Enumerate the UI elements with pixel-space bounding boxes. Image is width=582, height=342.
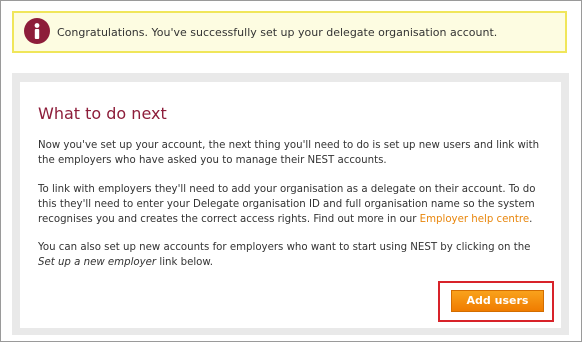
set-up-new-employer-reference: Set up a new employer <box>38 257 157 268</box>
link-employers-paragraph: To link with employers they'll need to a… <box>38 182 548 227</box>
new-employer-text: You can also set up new accounts for emp… <box>38 242 531 253</box>
success-notice: Congratulations. You've successfully set… <box>12 11 567 53</box>
info-icon <box>24 18 50 44</box>
screenshot-frame: Congratulations. You've successfully set… <box>0 0 582 342</box>
new-employer-paragraph: You can also set up new accounts for emp… <box>38 240 548 270</box>
panel-heading: What to do next <box>38 104 167 123</box>
add-users-button[interactable]: Add users <box>451 290 544 312</box>
success-message: Congratulations. You've successfully set… <box>57 26 498 39</box>
new-employer-text-end: link below. <box>156 257 214 268</box>
intro-paragraph: Now you've set up your account, the next… <box>38 140 540 166</box>
link-employers-text-end: . <box>529 214 533 225</box>
employer-help-centre-link[interactable]: Employer help centre <box>420 214 529 225</box>
